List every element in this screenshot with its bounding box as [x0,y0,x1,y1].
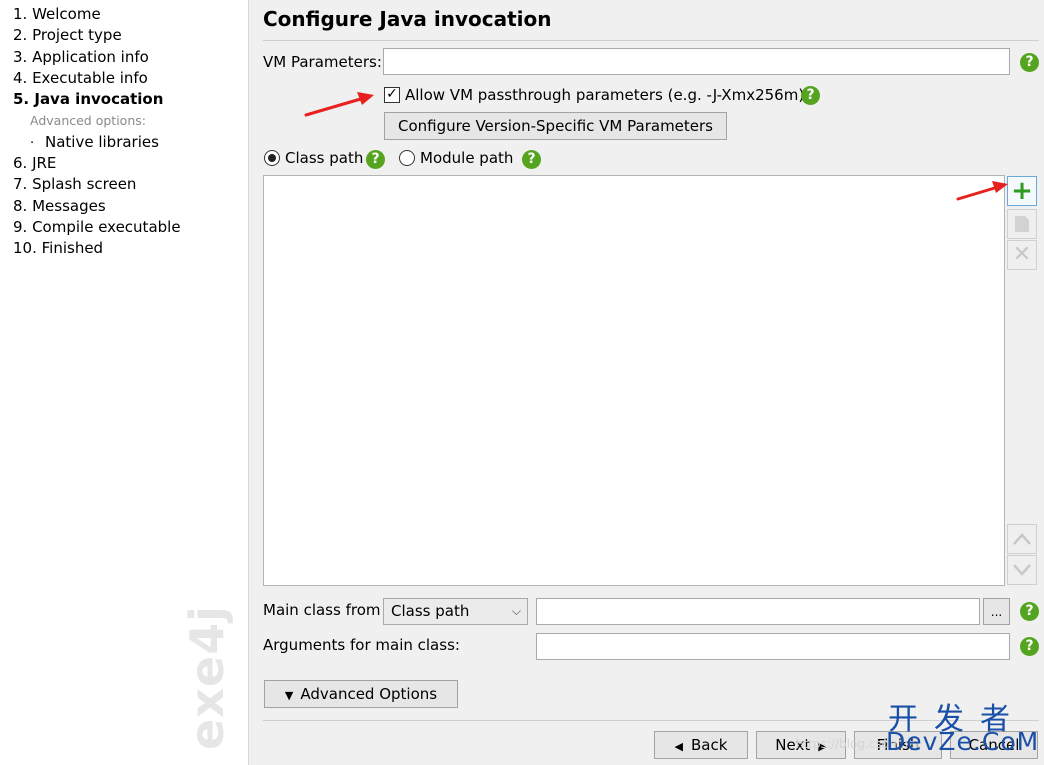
help-icon[interactable]: ? [366,150,385,169]
move-down-button[interactable] [1007,555,1037,585]
edit-icon [1015,216,1029,232]
page-title: Configure Java invocation [263,7,552,31]
main-class-source-value: Class path [391,602,470,620]
allow-passthrough-label[interactable]: Allow VM passthrough parameters (e.g. -J… [405,86,804,104]
bullet-icon: · [30,135,35,151]
module-path-label[interactable]: Module path [420,149,513,167]
arguments-label: Arguments for main class: [263,636,460,654]
annotation-arrow-icon [956,181,1008,201]
annotation-arrow-icon [304,92,374,117]
arrow-right-icon: ▶ [818,740,827,753]
step-java-invocation[interactable]: 5. Java invocation [13,89,248,110]
help-icon[interactable]: ? [1020,53,1039,72]
remove-entry-button[interactable]: ✕ [1007,240,1037,270]
main-panel: Configure Java invocation VM Parameters:… [250,0,1044,765]
browse-main-class-button[interactable]: ... [983,598,1010,625]
move-up-button[interactable] [1007,524,1037,554]
next-button[interactable]: Next ▶ [756,731,846,759]
footer-divider [263,720,1039,721]
advanced-options-heading: Advanced options: [30,113,146,129]
help-icon[interactable]: ? [522,150,541,169]
wizard-sidebar: 1. Welcome 2. Project type 3. Applicatio… [0,0,249,765]
plus-icon: + [1011,176,1033,206]
main-class-from-label: Main class from [263,601,381,619]
help-icon[interactable]: ? [801,86,820,105]
title-divider [263,40,1039,41]
step-finished[interactable]: 10. Finished [13,238,248,259]
arguments-input[interactable] [536,633,1010,660]
cancel-button[interactable]: Cancel [950,731,1038,759]
module-path-radio[interactable] [399,150,415,166]
exe4j-watermark: exe4j [180,605,234,750]
main-class-input[interactable] [536,598,980,625]
step-compile-executable[interactable]: 9. Compile executable [13,217,248,238]
step-native-libraries-label: Native libraries [45,132,159,151]
chevron-down-icon [1013,564,1031,576]
advanced-options-button[interactable]: ▼ Advanced Options [264,680,458,708]
chevron-up-icon [1013,533,1031,545]
edit-entry-button[interactable] [1007,209,1037,239]
step-native-libraries[interactable]: · Native libraries [13,132,248,153]
advanced-options-label: Advanced Options [300,685,438,703]
configure-version-vm-button[interactable]: Configure Version-Specific VM Parameters [384,112,727,140]
triangle-down-icon: ▼ [284,689,294,702]
step-project-type[interactable]: 2. Project type [13,25,248,46]
back-button[interactable]: ◀ Back [654,731,748,759]
step-splash-screen[interactable]: 7. Splash screen [13,174,248,195]
step-executable-info[interactable]: 4. Executable info [13,68,248,89]
class-path-list[interactable] [263,175,1005,586]
step-application-info[interactable]: 3. Application info [13,47,248,68]
vm-parameters-label: VM Parameters: [263,53,382,71]
class-path-label[interactable]: Class path [285,149,363,167]
next-label: Next [775,736,811,754]
finish-button[interactable]: Finish [854,731,942,759]
class-path-radio[interactable] [264,150,280,166]
vm-parameters-input[interactable] [383,48,1010,75]
help-icon[interactable]: ? [1020,602,1039,621]
close-icon: ✕ [1012,242,1032,267]
help-icon[interactable]: ? [1020,637,1039,656]
step-welcome[interactable]: 1. Welcome [13,4,248,25]
arrow-left-icon: ◀ [674,740,684,753]
back-label: Back [691,736,728,754]
step-list: 1. Welcome 2. Project type 3. Applicatio… [0,0,248,260]
step-messages[interactable]: 8. Messages [13,196,248,217]
allow-passthrough-checkbox[interactable]: ✓ [384,87,400,103]
main-class-source-select[interactable]: Class path ⌵ [383,598,528,625]
chevron-down-icon: ⌵ [511,604,521,618]
step-jre[interactable]: 6. JRE [13,153,248,174]
